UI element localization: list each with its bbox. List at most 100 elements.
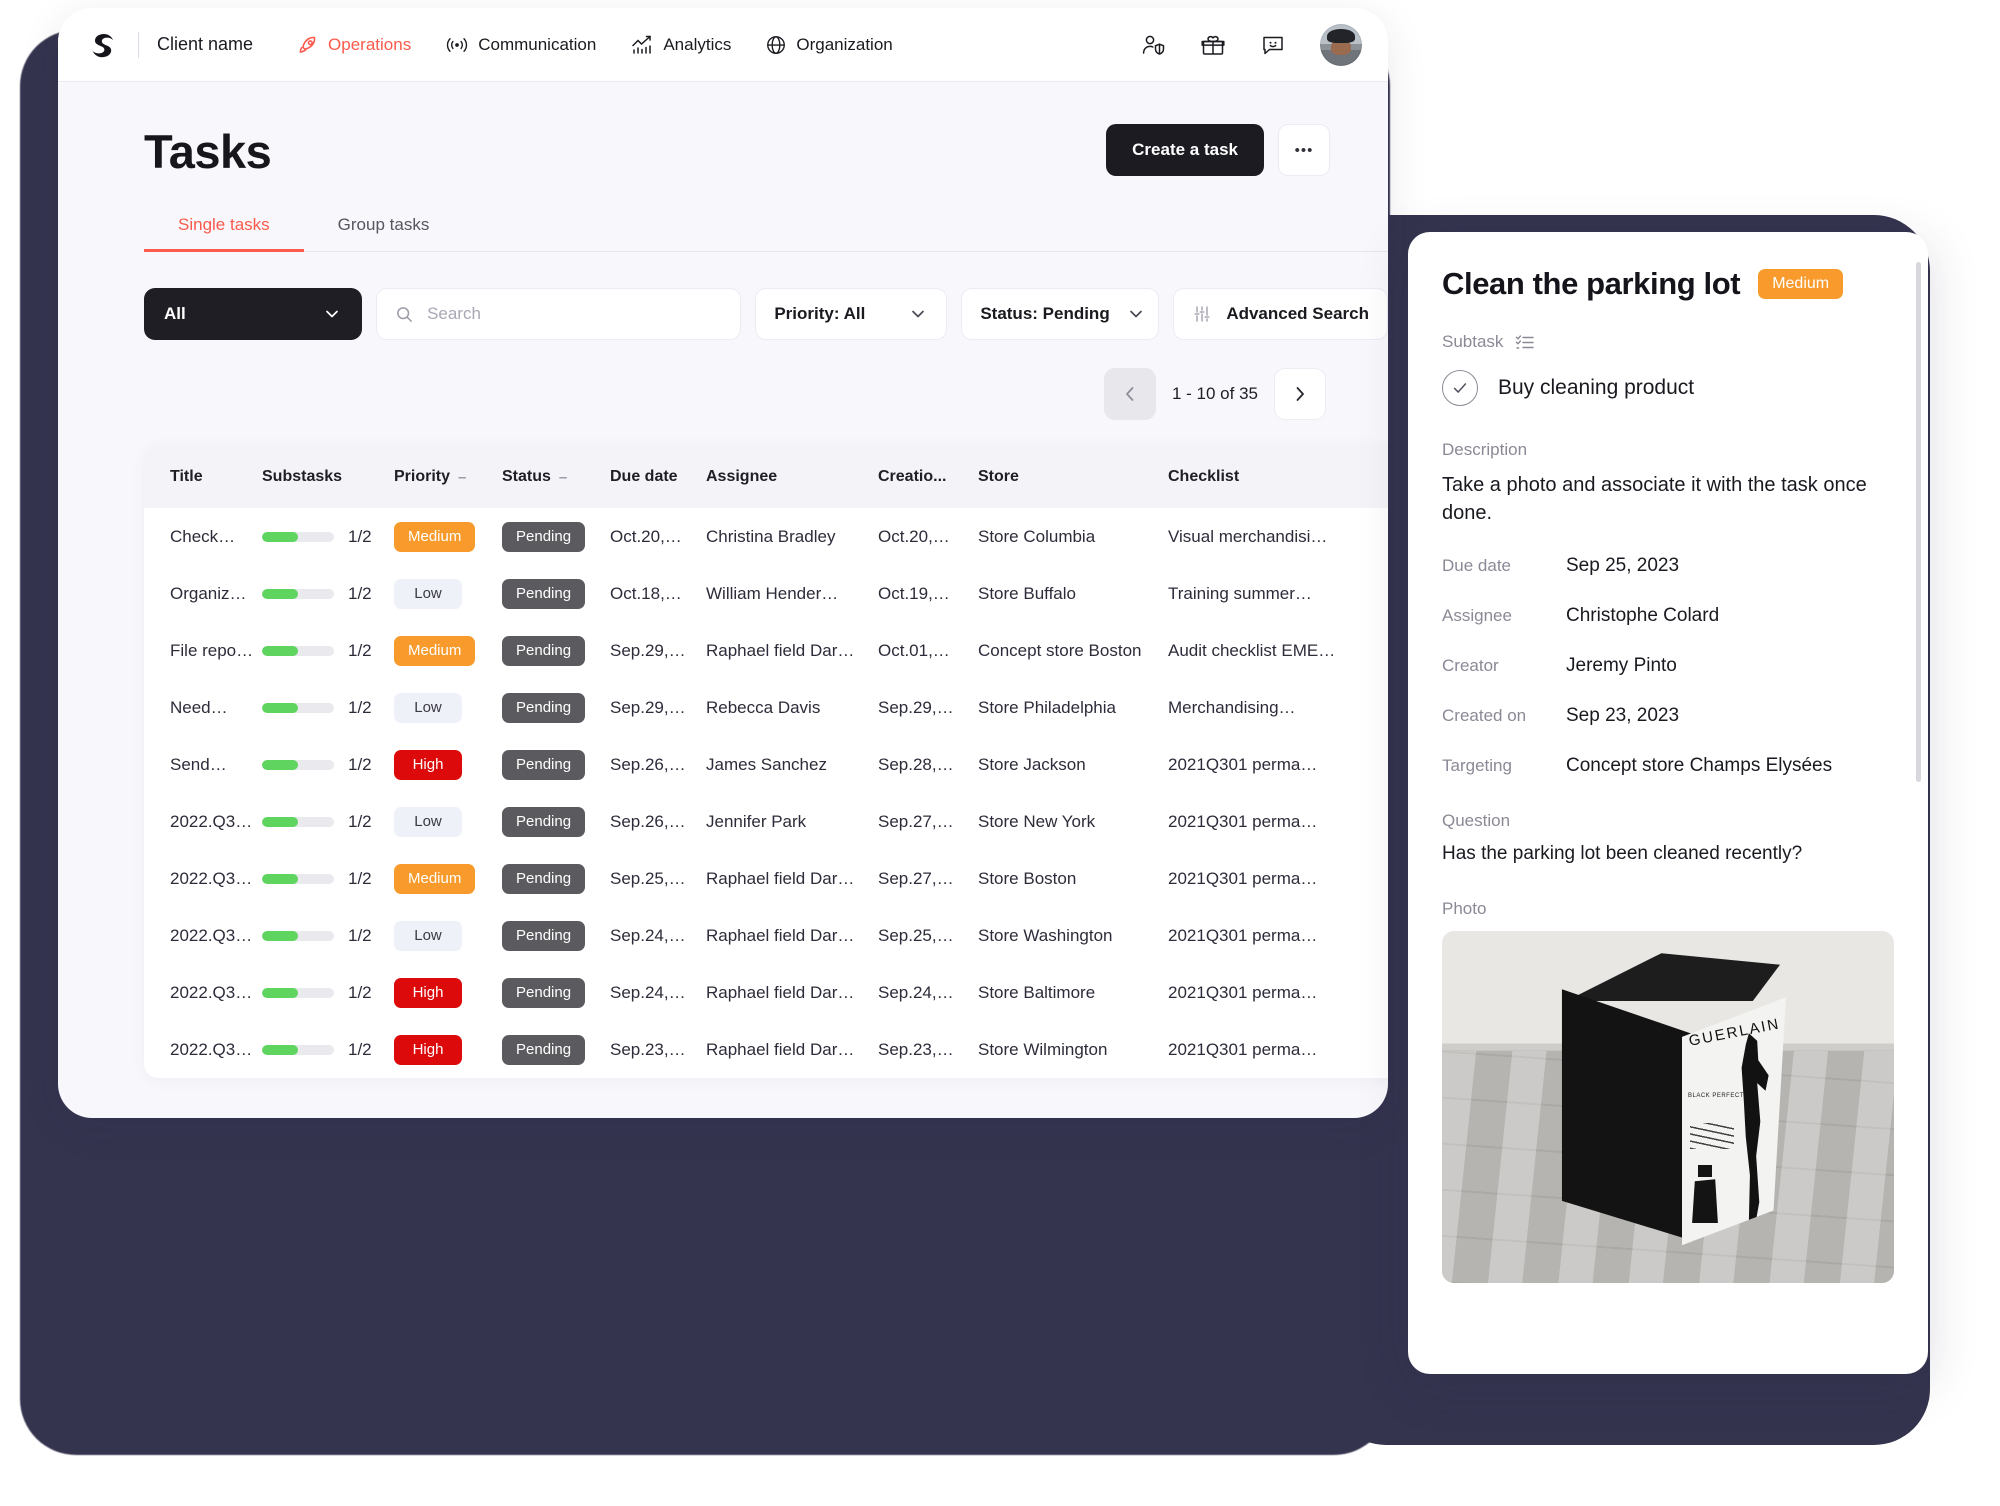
table-row[interactable]: 2022.Q3… 1/2 Medium Pending Sep.25,… Raphael … [144,850,1388,907]
table-row[interactable]: Need… 1/2 Low Pending Sep.29,… Rebecca Davis S… [144,679,1388,736]
cell-creation-date: Sep.27,… [878,868,954,888]
priority-badge: High [394,1034,462,1065]
search-box[interactable] [376,288,742,340]
priority-badge: Low [394,692,462,723]
check-circle-icon[interactable] [1442,370,1478,406]
priority-badge: High [394,977,462,1008]
progress-bar [262,759,334,770]
column-header-store[interactable]: Store [978,446,1168,508]
column-header-checklist[interactable]: Checklist [1168,446,1388,508]
cell-due-date: Sep.25,… [610,868,686,888]
cell-title: 2022.Q3… [170,811,253,831]
cell-checklist: Audit checklist EME… [1168,640,1336,660]
chevron-down-icon [908,304,928,324]
app-logo-icon[interactable] [86,28,120,62]
column-label: Substasks [262,468,343,485]
column-header-due-date[interactable]: Due date [610,446,706,508]
primary-nav: Operations Communication Analytics Organ… [297,34,893,56]
priority-badge: Medium [394,863,476,894]
detail-field-created-on: Created on Sep 23, 2023 [1442,705,1894,727]
search-input[interactable] [427,304,723,324]
pagination-range-label: 1 - 10 of 35 [1171,384,1258,403]
table-row[interactable]: 2022.Q3… 1/2 Low Pending Sep.26,… Jennifer Pa… [144,793,1388,850]
column-label: Title [170,468,203,485]
sort-icon[interactable]: – [559,469,567,486]
table-row[interactable]: Send… 1/2 High Pending Sep.26,… James Sanchez… [144,736,1388,793]
priority-filter-select[interactable]: Priority: All [755,288,948,340]
cell-title: 2022.Q3… [170,982,253,1002]
more-options-button[interactable]: ••• [1278,124,1330,176]
column-header-priority[interactable]: Priority – [394,446,502,508]
gift-icon[interactable] [1200,32,1226,58]
table-row[interactable]: 2022.Q3… 1/2 Low Pending Sep.24,… Raphael fie… [144,907,1388,964]
substask-count: 1/2 [348,640,372,660]
cell-checklist: Merchandising… [1168,697,1296,717]
page-title: Tasks [144,125,272,178]
table-row[interactable]: Organiz… 1/2 Low Pending Oct.18,… William Hen… [144,565,1388,622]
checklist-icon[interactable] [1515,333,1535,351]
detail-photo[interactable]: GUERLAIN BLACK PERFECTO [1442,931,1894,1284]
column-header-substasks[interactable]: Substasks [262,446,394,508]
column-label: Assignee [706,468,778,485]
field-label: Assignee [1442,606,1512,626]
cell-substasks: 1/2 [262,736,394,793]
table-row[interactable]: Check… 1/2 Medium Pending Oct.20,… Christina … [144,508,1388,565]
detail-subtask-item[interactable]: Buy cleaning product [1442,370,1894,406]
tab-single-tasks[interactable]: Single tasks [144,215,304,252]
field-value: Sep 25, 2023 [1566,555,1680,577]
nav-item-communication[interactable]: Communication [445,34,596,56]
status-filter-select[interactable]: Status: Pending [961,288,1160,340]
table-row[interactable]: 2022.Q3… 1/2 High Pending Sep.24,… Raphael fi… [144,964,1388,1021]
cell-store: Store Philadelphia [978,697,1116,717]
cell-priority: High [394,1021,502,1078]
column-header-creation-date[interactable]: Creatio... [878,446,978,508]
cell-creation-date: Sep.28,… [878,754,954,774]
detail-panel-scrollbar[interactable] [1916,262,1921,782]
cell-assignee: Jennifer Park [706,811,807,831]
pagination: 1 - 10 of 35 [58,340,1388,420]
cell-store: Concept store Boston [978,640,1142,660]
nav-item-label: Communication [478,34,597,54]
cell-assignee: Raphael field Dar… [706,868,855,888]
pagination-prev-button[interactable] [1103,368,1156,420]
table-row[interactable]: File repo… 1/2 Medium Pending Sep.29,… Raphae… [144,622,1388,679]
scope-select[interactable]: All [144,288,363,340]
detail-header: Clean the parking lot Medium [1442,266,1894,302]
advanced-search-button[interactable]: Advanced Search [1173,288,1388,340]
cell-title: 2022.Q3… [170,925,253,945]
avatar[interactable] [1320,23,1362,66]
status-badge: Pending [502,863,586,894]
detail-task-title: Clean the parking lot [1442,266,1741,301]
nav-item-operations[interactable]: Operations [297,34,411,56]
nav-item-organization[interactable]: Organization [765,34,893,56]
cell-due-date: Sep.24,… [610,925,686,945]
column-label: Store [978,468,1019,485]
cell-assignee: William Hender… [706,583,839,603]
nav-item-analytics[interactable]: Analytics [630,34,731,56]
status-filter-value: Status: Pending [980,304,1110,323]
nav-divider [138,31,139,58]
detail-field-assignee: Assignee Christophe Colard [1442,605,1894,627]
photo-brand-text: GUERLAIN [1687,1015,1782,1050]
column-header-title[interactable]: Title [144,446,262,508]
cell-store: Store Washington [978,925,1113,945]
cell-creation-date: Oct.20,… [878,526,950,546]
sort-icon[interactable]: – [458,469,466,486]
status-badge: Pending [502,920,586,951]
cell-status: Pending [502,850,610,907]
pagination-next-button[interactable] [1274,368,1326,420]
create-task-button[interactable]: Create a task [1106,124,1264,176]
cell-assignee: Raphael field Dar… [706,640,855,660]
cell-status: Pending [502,793,610,850]
chat-smile-icon[interactable] [1260,32,1286,58]
priority-badge: Medium [394,521,476,552]
user-shield-icon[interactable] [1140,32,1166,58]
column-header-assignee[interactable]: Assignee [706,446,878,508]
detail-priority-badge: Medium [1758,269,1844,299]
substask-count: 1/2 [348,868,372,888]
cell-title: Check… [170,526,236,546]
table-row[interactable]: 2022.Q3… 1/2 High Pending Sep.23,… Raphael fi… [144,1021,1388,1078]
detail-question-label: Question [1442,811,1511,831]
column-header-status[interactable]: Status – [502,446,610,508]
tab-group-tasks[interactable]: Group tasks [304,215,464,251]
